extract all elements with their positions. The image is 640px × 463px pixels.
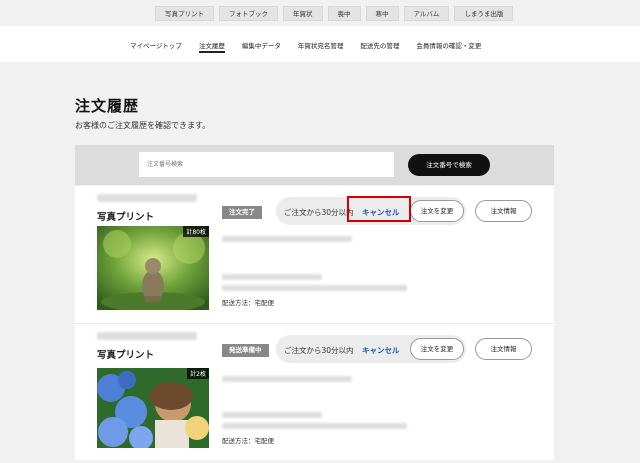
mypage-subnav: マイページトップ 注文履歴 編集中データ 年賀状宛名管理 配送先の管理 会員情報… xyxy=(0,26,640,62)
status-badge: 注文完了 xyxy=(222,206,262,219)
cancel-link[interactable]: キャンセル xyxy=(362,345,400,356)
nav-member-info[interactable]: 会員情報の確認・変更 xyxy=(416,40,481,50)
order-thumbnail[interactable]: 計2枚 xyxy=(97,368,209,448)
change-order-button[interactable]: 注文を変更 xyxy=(410,200,464,222)
order-info-button[interactable]: 注文情報 xyxy=(475,338,532,360)
blurred-detail xyxy=(222,236,352,242)
change-order-button[interactable]: 注文を変更 xyxy=(410,338,464,360)
search-button[interactable]: 注文番号で検索 xyxy=(408,154,490,176)
page-description: お客様のご注文履歴を確認できます。 xyxy=(75,121,211,130)
delivery-method: 配送方法：宅配便 xyxy=(222,299,274,307)
blurred-order-number xyxy=(97,194,197,202)
cancel-highlight-box xyxy=(347,196,411,222)
nav-mypage-top[interactable]: マイページトップ xyxy=(130,40,182,50)
order-info-button[interactable]: 注文情報 xyxy=(475,200,532,222)
category-publishing[interactable]: しまうま出版 xyxy=(454,6,514,21)
product-name: 写真プリント xyxy=(97,350,155,361)
cancel-window-text: ご注文から30分以内 xyxy=(284,346,354,355)
status-badge: 発送準備中 xyxy=(222,344,269,357)
category-photobook[interactable]: フォトブック xyxy=(219,6,278,21)
order-thumbnail[interactable]: 計80枚 xyxy=(97,226,209,310)
order-card: 写真プリント 計80枚 注文完了 ご注文から30分以内 キャンセル 注文を変更 … xyxy=(75,186,554,323)
blurred-detail xyxy=(222,412,322,418)
blurred-detail xyxy=(222,274,322,280)
nav-order-history[interactable]: 注文履歴 xyxy=(198,40,225,53)
blurred-order-number xyxy=(97,332,197,340)
category-mourning[interactable]: 喪中 xyxy=(327,6,361,21)
nav-shipping-management[interactable]: 配送先の管理 xyxy=(360,40,399,50)
category-photo-print[interactable]: 写真プリント xyxy=(155,6,214,21)
blurred-detail xyxy=(222,285,407,291)
category-bar: 写真プリント フォトブック 年賀状 喪中 寒中 アルバム しまうま出版 xyxy=(0,0,640,26)
order-card: 写真プリント 計2枚 発送準備中 ご注文から30分以内 キャンセル 注文を変更 … xyxy=(75,323,554,460)
statue-photo-image xyxy=(97,226,209,310)
child-flowers-photo-image xyxy=(97,368,209,448)
print-count-badge: 計80枚 xyxy=(183,226,209,237)
page-title: 注文履歴 xyxy=(75,97,140,115)
category-album[interactable]: アルバム xyxy=(403,6,450,21)
blurred-detail xyxy=(222,376,352,382)
cancel-window-text: ご注文から30分以内 xyxy=(284,208,354,217)
blurred-detail xyxy=(222,423,407,429)
print-count-badge: 計2枚 xyxy=(187,368,209,379)
category-new-year-card[interactable]: 年賀状 xyxy=(283,6,323,21)
order-number-search-input[interactable] xyxy=(139,152,394,177)
nav-editing-data[interactable]: 編集中データ xyxy=(242,40,281,50)
nav-address-management[interactable]: 年賀状宛名管理 xyxy=(298,40,344,50)
category-winter[interactable]: 寒中 xyxy=(365,6,399,21)
delivery-method: 配送方法：宅配便 xyxy=(222,437,274,445)
product-name: 写真プリント xyxy=(97,212,155,223)
